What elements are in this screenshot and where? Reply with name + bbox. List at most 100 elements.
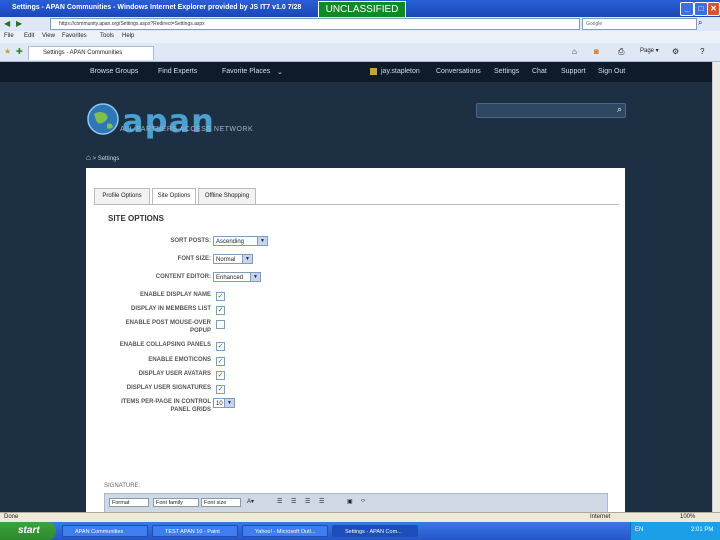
site-search-input[interactable]: ⌕ <box>476 103 626 118</box>
font-family-select[interactable]: Font family <box>153 498 199 507</box>
window-title: Settings - APAN Communities - Windows In… <box>12 4 302 11</box>
content-editor-label: CONTENT EDITOR: <box>155 274 211 280</box>
format-select[interactable]: Format <box>109 498 149 507</box>
font-size-select[interactable]: Normal ▼ <box>213 254 253 264</box>
enable-display-name-checkbox[interactable]: ✓ <box>216 292 225 301</box>
browser-tab[interactable]: Settings - APAN Communities <box>28 46 154 60</box>
browser-search-input[interactable]: Google <box>582 18 697 30</box>
breadcrumb: ⌂ > Settings <box>86 153 119 162</box>
tools-icon[interactable]: ⚙ <box>672 47 679 56</box>
display-in-members-list-checkbox[interactable]: ✓ <box>216 306 225 315</box>
task-label: Settings - APAN Com... <box>345 529 402 535</box>
sort-posts-select[interactable]: Ascending ▼ <box>213 236 268 246</box>
chevron-down-icon[interactable]: ⌄ <box>277 68 283 76</box>
sort-posts-label: SORT POSTS: <box>170 238 211 244</box>
checkbox-label: DISPLAY USER SIGNATURES <box>126 385 211 391</box>
taskbar-item[interactable]: Yahoo! - Microsoft Outl... <box>242 525 328 537</box>
align-center-icon[interactable]: ☰ <box>291 498 296 505</box>
enable-collapsing-panels-checkbox[interactable]: ✓ <box>216 342 225 351</box>
task-label: Yahoo! - Microsoft Outl... <box>255 529 316 535</box>
signature-label: SIGNATURE: <box>104 483 141 489</box>
checkbox-label: ENABLE POST MOUSE-OVER POPUP <box>125 320 211 334</box>
page-menu[interactable]: Page ▾ <box>640 47 659 54</box>
enable-emoticons-checkbox[interactable]: ✓ <box>216 357 225 366</box>
print-icon[interactable]: ⎙ <box>618 47 624 57</box>
chevron-down-icon: ▼ <box>242 255 252 263</box>
search-icon[interactable]: ⌕ <box>617 104 622 115</box>
maximize-button[interactable]: □ <box>694 2 708 16</box>
tab-divider <box>94 204 619 205</box>
items-per-page-value: 10 <box>216 401 223 407</box>
enable-post-popup-checkbox[interactable] <box>216 320 225 329</box>
favorites-star-icon[interactable]: ★ <box>4 47 11 56</box>
feeds-icon[interactable]: ◙ <box>594 47 599 56</box>
display-user-avatars-checkbox[interactable]: ✓ <box>216 371 225 380</box>
menu-view[interactable]: View <box>42 33 55 39</box>
taskbar-item[interactable]: Settings - APAN Com... <box>332 525 418 537</box>
nav-find-experts[interactable]: Find Experts <box>158 68 197 75</box>
help-icon[interactable]: ? <box>700 47 704 56</box>
menu-edit[interactable]: Edit <box>24 33 34 39</box>
align-justify-icon[interactable]: ☰ <box>319 498 324 505</box>
address-row: ◀ ▶ https://community.apan.org/Settings.… <box>0 17 720 31</box>
menu-help[interactable]: Help <box>122 33 134 39</box>
home-icon[interactable]: ⌂ <box>572 47 577 56</box>
start-button[interactable]: start <box>0 522 56 540</box>
globe-icon <box>87 103 119 135</box>
checkbox-label: ENABLE EMOTICONS <box>148 357 211 363</box>
nav-settings[interactable]: Settings <box>494 68 519 75</box>
font-size-value: Normal <box>216 257 236 263</box>
text-color-icon[interactable]: A▾ <box>247 498 254 505</box>
format-value: Format <box>112 500 130 506</box>
taskbar-item[interactable]: TEST APAN 10 - Paint <box>152 525 238 537</box>
checkbox-label: DISPLAY USER AVATARS <box>138 371 211 377</box>
tab-offline-shopping[interactable]: Offline Shopping <box>198 188 256 204</box>
tab-profile-options[interactable]: Profile Options <box>94 188 150 204</box>
align-left-icon[interactable]: ☰ <box>277 498 282 505</box>
close-button[interactable]: ✕ <box>707 2 720 16</box>
nav-browse-groups[interactable]: Browse Groups <box>90 68 138 75</box>
display-user-signatures-checkbox[interactable]: ✓ <box>216 385 225 394</box>
font-size-select-editor[interactable]: Font size <box>201 498 241 507</box>
address-input[interactable]: https://community.apan.org/Settings.aspx… <box>50 18 580 30</box>
logo-subtitle: ALL PARTNERS ACCESS NETWORK <box>120 126 254 133</box>
nav-favorite-places[interactable]: Favorite Places <box>222 68 270 75</box>
nav-chat[interactable]: Chat <box>532 68 547 75</box>
sort-posts-value: Ascending <box>216 239 245 245</box>
web-page: Browse Groups Find Experts Favorite Plac… <box>0 62 712 522</box>
taskbar-item[interactable]: APAN Communities <box>62 525 148 537</box>
minimize-button[interactable]: _ <box>680 2 694 16</box>
checkbox-label: ENABLE COLLAPSING PANELS <box>119 342 211 348</box>
home-icon[interactable]: ⌂ <box>86 153 91 162</box>
items-per-page-select[interactable]: 10 ▼ <box>213 398 235 408</box>
font-family-value: Font family <box>156 500 183 506</box>
add-favorites-icon[interactable]: ✚ <box>16 47 23 56</box>
back-icon[interactable]: ◀ <box>4 19 10 28</box>
tab-site-options[interactable]: Site Options <box>152 188 196 205</box>
clock: 2:01 PM <box>691 527 714 533</box>
content-editor-value: Enhanced <box>216 275 244 281</box>
html-icon[interactable]: ‹› <box>361 498 365 504</box>
breadcrumb-current: Settings <box>97 156 120 162</box>
menu-favorites[interactable]: Favorites <box>62 33 87 39</box>
window-title-bar: Settings - APAN Communities - Windows In… <box>0 0 720 19</box>
forward-icon[interactable]: ▶ <box>16 19 22 28</box>
system-tray: EN 2:01 PM <box>630 522 720 540</box>
search-icon[interactable]: ⌕ <box>698 18 702 28</box>
menu-bar: File Edit View Favorites Tools Help <box>0 31 720 43</box>
nav-conversations[interactable]: Conversations <box>436 68 481 75</box>
nav-user[interactable]: jay.stapleton <box>381 68 420 75</box>
browser-tab-row: ★ ✚ Settings - APAN Communities ⌂ ◙ ⎙ Pa… <box>0 43 720 62</box>
language-indicator[interactable]: EN <box>635 527 643 533</box>
zone-label: Internet <box>590 514 611 520</box>
user-avatar <box>370 68 377 75</box>
nav-sign-out[interactable]: Sign Out <box>598 68 625 75</box>
zoom-level[interactable]: 100% <box>680 514 695 520</box>
nav-support[interactable]: Support <box>561 68 586 75</box>
align-right-icon[interactable]: ☰ <box>305 498 310 505</box>
menu-file[interactable]: File <box>4 33 14 39</box>
menu-tools[interactable]: Tools <box>100 33 114 39</box>
image-icon[interactable]: ▣ <box>347 498 353 505</box>
content-editor-select[interactable]: Enhanced ▼ <box>213 272 261 282</box>
page-scrollbar[interactable] <box>712 62 720 522</box>
